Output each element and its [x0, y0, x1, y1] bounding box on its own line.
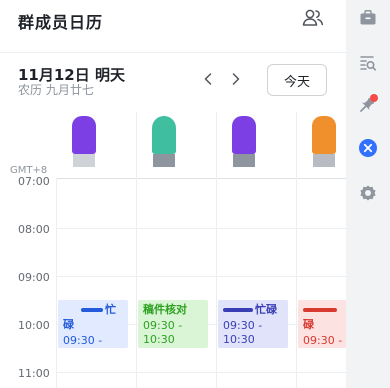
- calendar-panel: 群成员日历 11月12日 明天 农历 九月廿七 今天 GMT+8 07:00 0…: [0, 0, 346, 388]
- hour-label: 07:00: [18, 175, 50, 188]
- redacted-text: [303, 308, 337, 312]
- member-avatar[interactable]: [58, 112, 100, 168]
- settings-icon[interactable]: [358, 183, 378, 203]
- page-title: 群成员日历: [18, 13, 104, 32]
- member-avatar[interactable]: [218, 112, 260, 168]
- hour-line: [56, 228, 346, 229]
- grid-column-divider: [56, 178, 57, 388]
- avatar-shape: [152, 116, 176, 154]
- avatar-shape: [312, 116, 336, 154]
- right-sidebar: [346, 0, 390, 388]
- grid-column-divider: [296, 112, 297, 388]
- event-title-row: 碌: [303, 302, 341, 332]
- event-time: 09:30 -: [303, 334, 343, 347]
- event-title-row: 忙碌: [223, 302, 283, 317]
- grid-column-divider: [136, 112, 137, 388]
- redacted-text: [223, 308, 253, 312]
- pin-icon[interactable]: [358, 94, 378, 114]
- event-title-row: 忙碌: [63, 302, 123, 332]
- hour-label: 10:00: [18, 319, 50, 332]
- next-day-button[interactable]: [229, 70, 243, 88]
- event-title: 碌: [303, 318, 314, 331]
- member-avatar[interactable]: [138, 112, 180, 168]
- redacted-text: [81, 308, 103, 312]
- chevron-right-icon: [232, 73, 240, 85]
- today-button[interactable]: 今天: [267, 64, 327, 96]
- close-icon[interactable]: [358, 138, 378, 158]
- event-time: 09:30 -: [63, 334, 103, 347]
- grid-top-border: [56, 178, 346, 179]
- event-block[interactable]: 稿件核对 09:30 - 10:30: [138, 300, 208, 348]
- notification-badge: [370, 94, 378, 102]
- grid-column-divider: [216, 112, 217, 388]
- lunar-date: 农历 九月廿七: [18, 83, 94, 97]
- hour-label: 11:00: [18, 367, 50, 380]
- event-block[interactable]: 碌 09:30 -: [298, 300, 346, 348]
- member-avatar[interactable]: [298, 112, 340, 168]
- avatar-base: [73, 154, 95, 167]
- avatar-shape: [72, 116, 96, 154]
- avatar-base: [153, 154, 175, 167]
- avatar-shape: [232, 116, 256, 154]
- prev-day-button[interactable]: [201, 70, 215, 88]
- event-title: 稿件核对: [143, 303, 187, 316]
- event-title: 忙碌: [255, 303, 277, 316]
- event-block[interactable]: 忙碌 09:30 -: [58, 300, 128, 348]
- hour-label: 09:00: [18, 271, 50, 284]
- search-list-icon[interactable]: [358, 53, 378, 73]
- hour-line: [56, 276, 346, 277]
- header-divider: [0, 52, 346, 53]
- chevron-left-icon: [204, 73, 212, 85]
- members-icon[interactable]: [302, 8, 324, 28]
- hour-label: 08:00: [18, 223, 50, 236]
- event-time: 09:30 - 10:30: [143, 319, 183, 346]
- avatar-base: [313, 154, 335, 167]
- event-time: 09:30 - 10:30: [223, 319, 263, 346]
- avatar-base: [233, 154, 255, 167]
- hour-line: [56, 372, 346, 373]
- event-block[interactable]: 忙碌 09:30 - 10:30: [218, 300, 288, 348]
- briefcase-icon[interactable]: [358, 8, 378, 28]
